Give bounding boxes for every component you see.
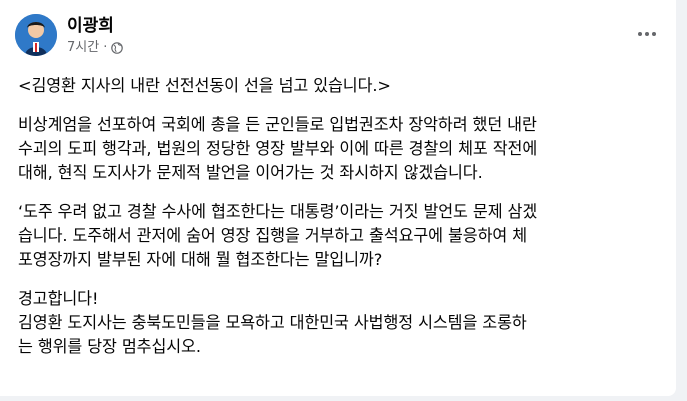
post-card: 이광희 7시간 · <김영환 지사의 내란 선전선동이 선을 넘고 있습니다.> <box>0 0 676 396</box>
avatar-image <box>15 14 57 56</box>
author-name[interactable]: 이광희 <box>67 16 114 36</box>
post-line: 수괴의 도피 행각과, 법원의 정당한 영장 발부와 이에 따른 경찰의 체포 … <box>18 139 538 158</box>
post-paragraph: 경고합니다! 김영환 도지사는 충북도민들을 모욕하고 대한민국 사법행정 시스… <box>18 287 668 359</box>
meta-separator: · <box>103 40 108 55</box>
post-header: 이광희 7시간 · <box>15 14 665 62</box>
post-line: 대해, 현직 도지사가 문제적 발언을 이어가는 것 좌시하지 않겠습니다. <box>18 163 483 182</box>
post-paragraph: 비상계엄을 선포하여 국회에 총을 든 군인들로 입법권조차 장악하려 했던 내… <box>18 113 668 185</box>
post-line: 는 행위를 당장 멈추십시오. <box>18 337 201 356</box>
post-line: 포영장까지 발부된 자에 대해 뭘 협조한다는 말입니까? <box>18 250 383 269</box>
post-line: 김영환 도지사는 충북도민들을 모욕하고 대한민국 사법행정 시스템을 조롱하 <box>18 313 527 332</box>
more-options-icon[interactable] <box>635 24 659 44</box>
post-text: <김영환 지사의 내란 선전선동이 선을 넘고 있습니다.> 비상계엄을 선포하… <box>18 74 668 374</box>
post-paragraph: ‘도주 우려 없고 경찰 수사에 협조한다는 대통령’이라는 거짓 발언도 문제… <box>18 200 668 272</box>
post-paragraph: <김영환 지사의 내란 선전선동이 선을 넘고 있습니다.> <box>18 74 668 98</box>
globe-icon[interactable] <box>111 42 124 54</box>
post-line: 비상계엄을 선포하여 국회에 총을 든 군인들로 입법권조차 장악하려 했던 내… <box>18 115 537 134</box>
avatar[interactable] <box>15 14 57 56</box>
post-line: ‘도주 우려 없고 경찰 수사에 협조한다는 대통령’이라는 거짓 발언도 문제… <box>18 202 538 221</box>
post-line: <김영환 지사의 내란 선전선동이 선을 넘고 있습니다.> <box>18 76 391 95</box>
post-meta: 7시간 · <box>67 40 124 56</box>
post-line: 경고합니다! <box>18 289 99 308</box>
post-time[interactable]: 7시간 <box>67 40 99 56</box>
post-line: 습니다. 도주해서 관저에 숨어 영장 집행을 거부하고 출석요구에 불응하여 … <box>18 226 528 245</box>
